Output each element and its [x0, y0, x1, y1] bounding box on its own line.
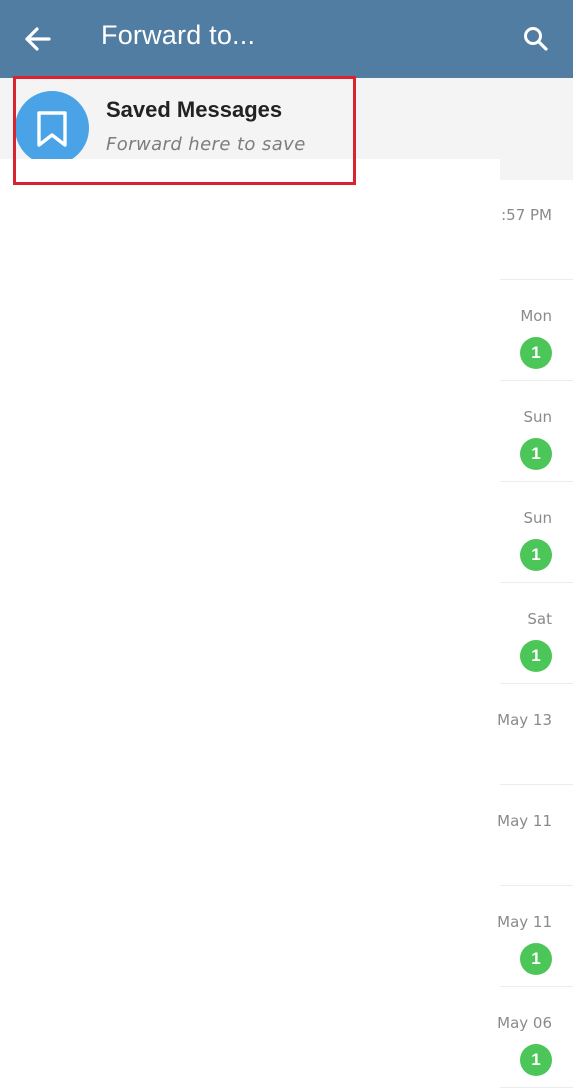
- chat-row[interactable]: May 11 1: [0, 887, 573, 987]
- row-divider: [500, 481, 573, 482]
- chat-time: May 11: [497, 913, 552, 931]
- chat-time: May 11: [497, 812, 552, 830]
- unread-badge: 1: [520, 438, 552, 470]
- row-divider: [500, 279, 573, 280]
- chat-time: Mon: [520, 307, 552, 325]
- chat-row[interactable]: May 13: [0, 685, 573, 785]
- row-divider: [500, 683, 573, 684]
- row-divider: [500, 582, 573, 583]
- chat-row[interactable]: Mon 1: [0, 281, 573, 381]
- search-button[interactable]: [512, 15, 560, 63]
- unread-badge: 1: [520, 1044, 552, 1076]
- chat-time: Sat: [527, 610, 552, 628]
- header-title: Forward to...: [101, 20, 256, 50]
- chat-row[interactable]: Sun 1: [0, 483, 573, 583]
- saved-messages-title: Saved Messages: [106, 97, 283, 122]
- row-divider: [500, 380, 573, 381]
- saved-messages-avatar: [15, 91, 89, 165]
- chat-row[interactable]: May 11: [0, 786, 573, 886]
- chat-row[interactable]: :57 PM: [0, 180, 573, 280]
- unread-badge: 1: [520, 640, 552, 672]
- chat-time: May 06: [497, 1014, 552, 1032]
- chat-row[interactable]: May 06 1: [0, 988, 573, 1088]
- bookmark-icon: [37, 111, 67, 147]
- row-divider: [500, 986, 573, 987]
- search-icon: [524, 27, 548, 51]
- arrow-left-icon: [25, 27, 51, 51]
- row-divider: [500, 784, 573, 785]
- chat-row[interactable]: Sat 1: [0, 584, 573, 684]
- chat-time: Sun: [523, 509, 552, 527]
- chat-row[interactable]: Sun 1: [0, 382, 573, 482]
- row-divider: [500, 885, 573, 886]
- chat-time: Sun: [523, 408, 552, 426]
- app-header: Forward to...: [0, 0, 573, 78]
- chat-time: :57 PM: [501, 206, 552, 224]
- saved-messages-subtitle: Forward here to save: [106, 134, 306, 155]
- unread-badge: 1: [520, 539, 552, 571]
- back-button[interactable]: [14, 15, 62, 63]
- unread-badge: 1: [520, 337, 552, 369]
- chat-time: May 13: [497, 711, 552, 729]
- unread-badge: 1: [520, 943, 552, 975]
